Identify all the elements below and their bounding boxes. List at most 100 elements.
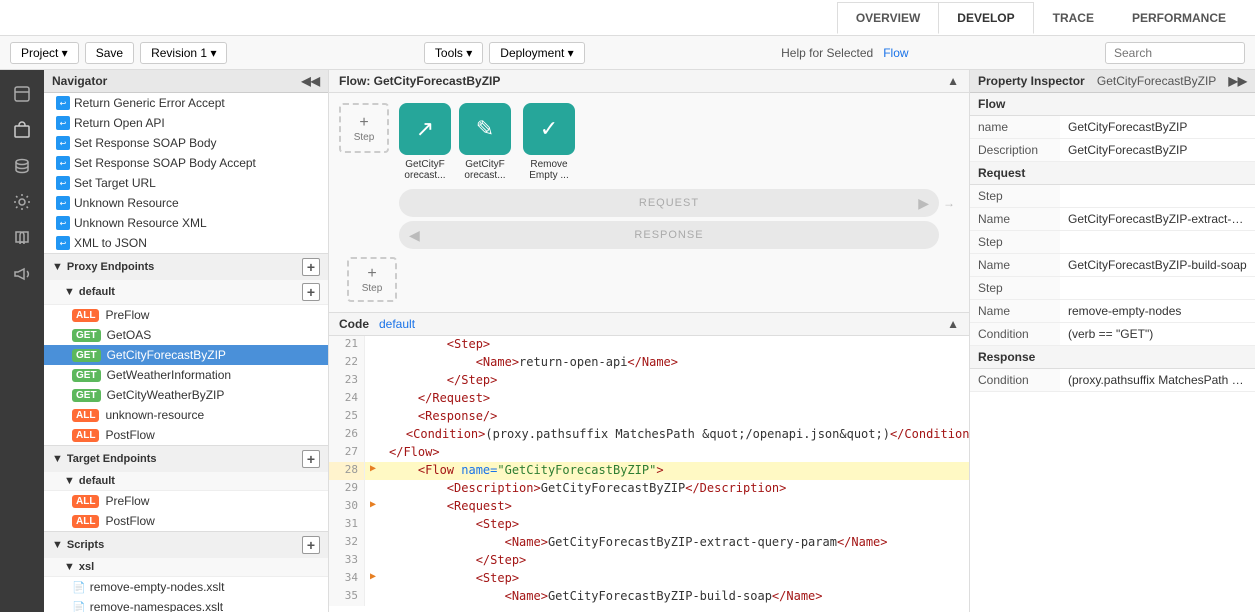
tab-performance[interactable]: PERFORMANCE (1113, 2, 1245, 34)
step2-icon: ✎ (476, 116, 494, 142)
tab-overview[interactable]: OVERVIEW (837, 2, 939, 34)
deployment-button[interactable]: Deployment ▾ (489, 42, 584, 64)
add-step-bottom[interactable]: + Step (347, 257, 397, 302)
sidebar-icon-book[interactable] (4, 222, 40, 254)
nav-label-2: Return Open API (74, 116, 165, 130)
save-button[interactable]: Save (85, 42, 134, 64)
pi-value-step1 (1060, 185, 1255, 207)
nav-getweather[interactable]: GET GetWeatherInformation (44, 365, 328, 385)
flow-step-2[interactable]: ✎ GetCityForecast... (459, 103, 511, 181)
proxy-endpoints-add[interactable]: + (302, 258, 320, 276)
badge-all-tpreflow: ALL (72, 495, 99, 508)
response-row: RESPONSE ◀ (339, 221, 959, 249)
code-sub-tab[interactable]: default (379, 317, 415, 331)
pi-label-stepname3: Name (970, 300, 1060, 322)
code-panel-header: Code default ▲ (329, 313, 969, 336)
nav-item[interactable]: ↩ Set Response SOAP Body (44, 133, 328, 153)
flow-step-3-box[interactable]: ✓ (523, 103, 575, 155)
code-line-33: 33 </Step> (329, 552, 969, 570)
sidebar-icon-settings[interactable] (4, 186, 40, 218)
bottom-step-area: + Step (339, 257, 959, 302)
line-content-23: </Step> (381, 372, 505, 390)
nav-xslt-1-label: remove-empty-nodes.xslt (90, 580, 225, 594)
line-arrow-23 (365, 372, 381, 390)
scripts-section[interactable]: ▼ Scripts + (44, 531, 328, 558)
request-row: REQUEST ▶ → (339, 189, 959, 217)
nav-item[interactable]: ↩ Return Generic Error Accept (44, 93, 328, 113)
nav-preflow[interactable]: ALL PreFlow (44, 305, 328, 325)
sidebar-icon-megaphone[interactable] (4, 258, 40, 290)
search-input[interactable] (1105, 42, 1245, 64)
code-line-28: 28 ▶ <Flow name="GetCityForecastByZIP"> (329, 462, 969, 480)
nav-item[interactable]: ↩ Set Target URL (44, 173, 328, 193)
flow-link[interactable]: Flow (883, 46, 908, 60)
pi-label-condition: Condition (970, 323, 1060, 345)
code-collapse-icon[interactable]: ▲ (947, 317, 959, 331)
sidebar-icon-home[interactable] (4, 78, 40, 110)
toolbar: Project ▾ Save Revision 1 ▾ Tools ▾ Depl… (0, 36, 1255, 70)
line-content-29: <Description>GetCityForecastByZIP</Descr… (381, 480, 794, 498)
nav-label-8: XML to JSON (74, 236, 147, 250)
add-step-top[interactable]: + Step (339, 103, 389, 153)
project-button[interactable]: Project ▾ (10, 42, 79, 64)
navigator-collapse-icon[interactable]: ◀◀ (302, 74, 320, 88)
tab-develop[interactable]: DEVELOP (939, 2, 1033, 34)
nav-postflow[interactable]: ALL PostFlow (44, 425, 328, 445)
canvas-flow-area: + Step ↗ GetCityForecast... ✎ (329, 93, 969, 312)
tab-trace[interactable]: TRACE (1034, 2, 1113, 34)
pi-section-request: Request (970, 162, 1255, 185)
request-label: REQUEST (639, 197, 699, 209)
scripts-add[interactable]: + (302, 536, 320, 554)
flow-step-1-box[interactable]: ↗ (399, 103, 451, 155)
nav-xslt-1[interactable]: 📄 remove-empty-nodes.xslt (44, 577, 328, 597)
sidebar-icon-package[interactable] (4, 114, 40, 146)
code-line-30: 30 ▶ <Request> (329, 498, 969, 516)
pi-collapse-icon[interactable]: ▶▶ (1229, 74, 1247, 88)
nav-getcityforecast[interactable]: GET GetCityForecastByZIP (44, 345, 328, 365)
flow-step-2-box[interactable]: ✎ (459, 103, 511, 155)
proxy-default-add[interactable]: + (302, 283, 320, 301)
nav-getcityweather[interactable]: GET GetCityWeatherByZIP (44, 385, 328, 405)
nav-item[interactable]: ↩ Unknown Resource (44, 193, 328, 213)
nav-item[interactable]: ↩ Unknown Resource XML (44, 213, 328, 233)
nav-item[interactable]: ↩ Return Open API (44, 113, 328, 133)
target-endpoints-add[interactable]: + (302, 450, 320, 468)
canvas-collapse-icon[interactable]: ▲ (947, 74, 959, 88)
proxy-default-section[interactable]: ▼ default + (44, 280, 328, 305)
revision-button[interactable]: Revision 1 ▾ (140, 42, 227, 64)
nav-target-preflow[interactable]: ALL PreFlow (44, 491, 328, 511)
flow-step-2-label: GetCityForecast... (464, 159, 505, 181)
plus-icon-bottom: + (367, 265, 376, 283)
property-inspector: Property Inspector GetCityForecastByZIP … (970, 70, 1255, 612)
flow-step-3[interactable]: ✓ Remove Empty ... (519, 103, 579, 181)
code-panel: Code default ▲ 21 <Step> 22 (329, 312, 969, 612)
line-content-22: <Name>return-open-api</Name> (381, 354, 686, 372)
nav-unknown[interactable]: ALL unknown-resource (44, 405, 328, 425)
nav-icon-6: ↩ (56, 196, 70, 210)
nav-item[interactable]: ↩ XML to JSON (44, 233, 328, 253)
nav-getoas[interactable]: GET GetOAS (44, 325, 328, 345)
badge-all-preflow: ALL (72, 309, 99, 322)
nav-item[interactable]: ↩ Set Response SOAP Body Accept (44, 153, 328, 173)
sidebar-icon-data[interactable] (4, 150, 40, 182)
pi-row-name: name GetCityForecastByZIP (970, 116, 1255, 139)
nav-icon-3: ↩ (56, 136, 70, 150)
badge-get-getoas: GET (72, 329, 101, 342)
response-label: RESPONSE (634, 229, 703, 241)
pi-row-condition: Condition (verb == "GET") (970, 323, 1255, 346)
flow-step-1[interactable]: ↗ GetCityForecast... (399, 103, 451, 181)
target-endpoints-section[interactable]: ▼ Target Endpoints + (44, 445, 328, 472)
tools-button[interactable]: Tools ▾ (424, 42, 483, 64)
target-default-section[interactable]: ▼ default (44, 472, 328, 491)
scripts-xsl-section[interactable]: ▼ xsl (44, 558, 328, 577)
line-content-30: <Request> (381, 498, 520, 516)
file-icon-2: 📄 (72, 601, 86, 612)
nav-target-postflow[interactable]: ALL PostFlow (44, 511, 328, 531)
nav-label-5: Set Target URL (74, 176, 156, 190)
pi-row-step-label-1: Step (970, 185, 1255, 208)
pi-row-step-name-2: Name GetCityForecastByZIP-build-soap (970, 254, 1255, 277)
line-content-25: <Response/> (381, 408, 505, 426)
line-content-26: <Condition>(proxy.pathsuffix MatchesPath… (369, 426, 969, 444)
nav-xslt-2[interactable]: 📄 remove-namespaces.xslt (44, 597, 328, 612)
proxy-endpoints-section[interactable]: ▼ Proxy Endpoints + (44, 253, 328, 280)
